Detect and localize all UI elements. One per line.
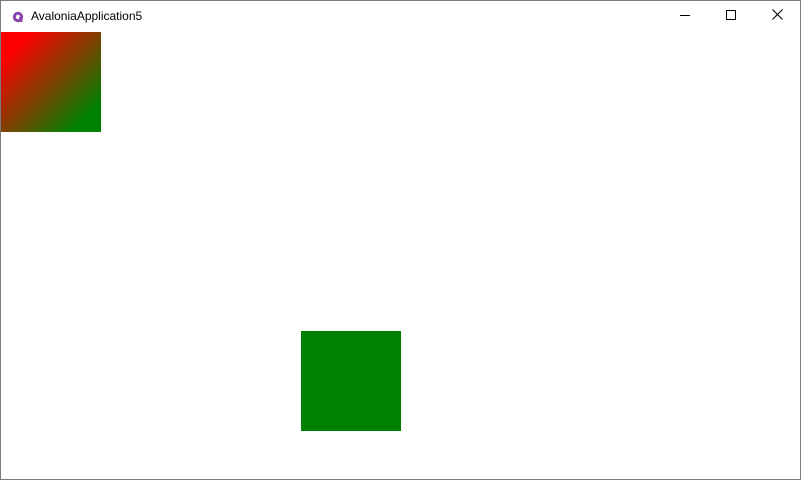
avalonia-logo-icon xyxy=(12,10,24,23)
window-content xyxy=(1,31,800,479)
window-title: AvaloniaApplication5 xyxy=(31,9,143,23)
close-button[interactable] xyxy=(754,1,800,31)
close-icon xyxy=(771,7,783,25)
minimize-button[interactable] xyxy=(662,1,708,31)
maximize-icon xyxy=(726,7,736,25)
gradient-rectangle xyxy=(1,32,101,132)
minimize-icon xyxy=(680,7,690,25)
app-window: AvaloniaApplication5 xyxy=(0,0,801,480)
solid-green-rectangle xyxy=(301,331,401,431)
title-bar[interactable]: AvaloniaApplication5 xyxy=(1,1,800,31)
maximize-button[interactable] xyxy=(708,1,754,31)
